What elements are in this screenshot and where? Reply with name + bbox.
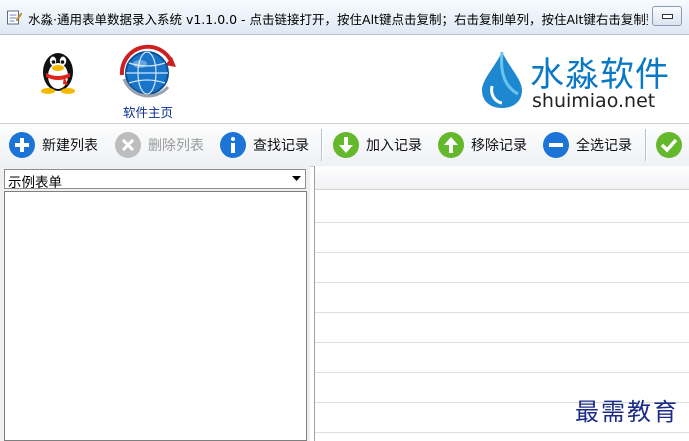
banner: 软件主页 水淼软件 shuimiao.net <box>0 35 689 123</box>
home-link[interactable]: 软件主页 <box>113 102 183 121</box>
find-record-button[interactable]: 查找记录 <box>219 131 309 159</box>
watermark-text: 最需教育 <box>575 398 679 426</box>
title-bar[interactable]: 水淼·通用表单数据录入系统 v1.1.0.0 - 点击链接打开，按住Alt键点击… <box>0 0 689 35</box>
plus-circle-icon <box>9 132 35 158</box>
grid-row-line <box>315 372 689 373</box>
chevron-down-icon[interactable] <box>289 171 303 187</box>
qq-penguin-icon[interactable] <box>34 45 82 95</box>
form-select-value: 示例表单 <box>8 175 62 191</box>
grid-row-line <box>315 252 689 253</box>
left-panel: 示例表单 <box>0 166 310 441</box>
minimize-button[interactable] <box>652 6 682 26</box>
minus-circle-icon <box>543 132 569 158</box>
toolbar-divider <box>645 129 646 161</box>
toolbar-divider <box>321 129 322 161</box>
form-list[interactable] <box>4 191 307 441</box>
find-record-label: 查找记录 <box>253 138 309 154</box>
arrow-up-circle-icon <box>438 132 464 158</box>
brand-domain: shuimiao.net <box>532 90 656 112</box>
delete-list-button[interactable]: 删除列表 <box>114 131 204 159</box>
minimize-icon <box>661 13 673 19</box>
new-list-label: 新建列表 <box>42 138 98 154</box>
arrow-down-circle-icon <box>333 132 359 158</box>
select-all-label: 全选记录 <box>576 138 632 154</box>
select-all-button[interactable]: 全选记录 <box>542 131 632 159</box>
remove-record-button[interactable]: 移除记录 <box>437 131 527 159</box>
check-circle-icon <box>656 132 682 158</box>
delete-list-label: 删除列表 <box>148 138 204 154</box>
remove-record-label: 移除记录 <box>471 138 527 154</box>
form-select[interactable]: 示例表单 <box>4 169 306 191</box>
toolbar: 新建列表 删除列表 查找记录 加入记录 移除记录 全选记录 <box>0 123 689 167</box>
grid-row-line <box>315 342 689 343</box>
window-title: 水淼·通用表单数据录入系统 v1.1.0.0 - 点击链接打开，按住Alt键点击… <box>28 12 648 27</box>
add-record-button[interactable]: 加入记录 <box>332 131 422 159</box>
grid-row-line <box>315 222 689 223</box>
brand-name: 水淼软件 <box>530 55 670 95</box>
info-circle-icon <box>220 132 246 158</box>
app-notepad-icon <box>7 10 22 25</box>
grid-header[interactable] <box>315 166 689 190</box>
confirm-button[interactable] <box>655 131 683 159</box>
grid-row-line <box>315 432 689 433</box>
globe-arrow-icon[interactable] <box>116 43 178 101</box>
grid-row-line <box>315 312 689 313</box>
grid-row-line <box>315 282 689 283</box>
close-circle-icon <box>115 132 141 158</box>
water-drop-logo <box>482 51 522 108</box>
add-record-label: 加入记录 <box>366 138 422 154</box>
new-list-button[interactable]: 新建列表 <box>8 131 98 159</box>
